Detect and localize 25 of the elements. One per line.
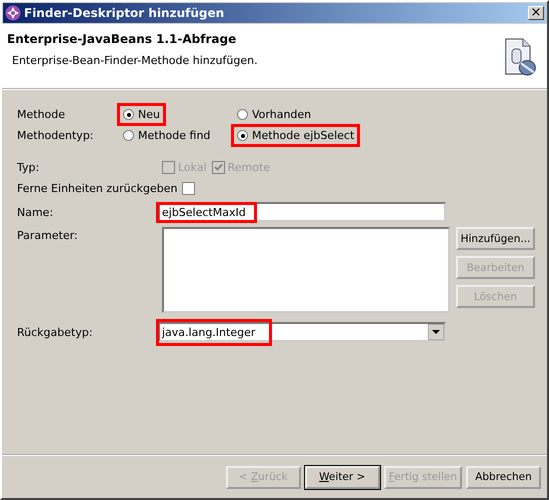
page-title: Enterprise-JavaBeans 1.1-Abfrage xyxy=(7,32,238,46)
dropdown-arrow-icon xyxy=(428,324,444,340)
radio-button[interactable]: Neu xyxy=(117,103,166,126)
field-label: Ferne Einheiten zurückgeben xyxy=(17,182,178,195)
radio-button[interactable]: Methode find xyxy=(117,124,216,147)
field-label: Typ: xyxy=(17,161,40,174)
dialog-button[interactable]: Abbrechen xyxy=(466,466,541,488)
radio-button[interactable]: Methode ejbSelect xyxy=(231,124,360,147)
parameter-list[interactable] xyxy=(162,227,450,313)
field-label: Rückgabetyp: xyxy=(17,326,94,338)
checkbox[interactable] xyxy=(182,182,195,195)
check-icon xyxy=(214,163,223,172)
dialog-button[interactable]: Weiter > xyxy=(304,466,380,488)
app-icon xyxy=(5,5,21,21)
dialog-button[interactable]: Hinzufügen... xyxy=(456,227,535,250)
input-field[interactable]: ejbSelectMaxId xyxy=(158,202,446,222)
field-label: Name: xyxy=(17,206,54,218)
window-title: Finder-Deskriptor hinzufügen xyxy=(24,6,226,20)
field-label: Methodentyp: xyxy=(17,129,95,142)
document-bean-icon xyxy=(503,36,539,78)
radio-button[interactable]: Vorhanden xyxy=(231,103,318,126)
field-label: Parameter: xyxy=(17,228,79,242)
page-description: Enterprise-Bean-Finder-Methode hinzufügen. xyxy=(12,54,259,67)
close-button[interactable]: × xyxy=(528,6,544,20)
field-label: Methode xyxy=(17,108,66,121)
